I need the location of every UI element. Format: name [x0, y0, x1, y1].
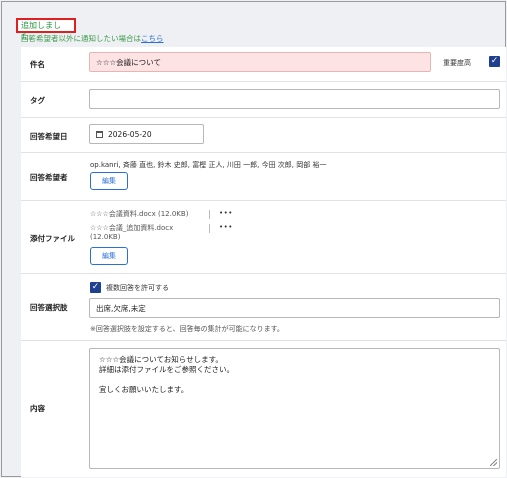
notify-prefix: 回答希望者以外に通知したい場合は	[21, 34, 141, 43]
choices-hint: ※回答選択肢を設定すると、回答毎の集計が可能になります。	[90, 325, 284, 333]
attachments-label: 添付ファイル	[30, 234, 75, 243]
attachment-2-menu-icon[interactable]: •••	[219, 223, 233, 231]
priority-checkbox[interactable]: ✓	[489, 56, 500, 67]
choices-row: 回答選択肢 ✓ 複数回答を許可する 出席,欠席,未定 ※回答選択肢を設定すると、…	[21, 274, 506, 341]
subject-label: 件名	[30, 60, 45, 69]
allow-multiple-label: 複数回答を許可する	[106, 284, 169, 292]
allow-multiple-checkbox[interactable]: ✓	[90, 282, 101, 293]
content-row: 内容 ☆☆☆会議についてお知らせします。 詳細は添付ファイルをご参照ください。 …	[21, 341, 506, 477]
attachments-row: 添付ファイル ☆☆☆会議資料.docx (12.0KB) ••• ☆☆☆会議_追…	[21, 201, 506, 274]
success-message: 追加しました。	[16, 18, 76, 41]
attachment-1-menu-icon[interactable]: •••	[219, 209, 233, 217]
notify-others-line: 回答希望者以外に通知したい場合はこちら	[21, 33, 164, 44]
due-date-value: 2026-05-20	[108, 129, 152, 139]
attachment-separator	[209, 224, 210, 233]
due-date-row: 回答希望日 2026-05-20	[21, 118, 506, 153]
content-line: 宜しくお願いいたします。	[99, 385, 189, 394]
due-date-label: 回答希望日	[30, 132, 68, 141]
notify-link[interactable]: こちら	[141, 34, 164, 43]
tag-row: タグ	[21, 82, 506, 118]
attachment-separator	[209, 210, 210, 219]
subject-row: 件名 ☆☆☆会議について 重要度高 ✓	[21, 47, 506, 82]
window-frame: 追加しました。 回答希望者以外に通知したい場合はこちら 件名 ☆☆☆会議について…	[1, 1, 506, 477]
content-line	[99, 375, 490, 385]
choices-label: 回答選択肢	[30, 303, 68, 312]
attachments-edit-button[interactable]: 編集	[90, 247, 128, 265]
resize-handle-icon[interactable]	[490, 459, 497, 466]
tag-label: タグ	[30, 96, 45, 105]
tag-input[interactable]	[89, 89, 500, 109]
attachment-file-2[interactable]: ☆☆☆会議_追加資料.docx	[90, 223, 173, 233]
message-form: 件名 ☆☆☆会議について 重要度高 ✓ タグ 回答希望日 2026-05-20 …	[21, 47, 506, 477]
content-line: ☆☆☆会議についてお知らせします。	[99, 355, 223, 364]
respondents-edit-button[interactable]: 編集	[90, 172, 128, 190]
content-line: 詳細は添付ファイルをご参照ください。	[99, 365, 234, 374]
content-textarea[interactable]: ☆☆☆会議についてお知らせします。 詳細は添付ファイルをご参照ください。 宜しく…	[89, 348, 500, 469]
choices-input[interactable]: 出席,欠席,未定	[89, 298, 500, 318]
content-label: 内容	[30, 404, 45, 413]
attachment-file-1[interactable]: ☆☆☆会議資料.docx (12.0KB)	[90, 209, 188, 219]
respondents-names: op.kanri, 斉藤 直也, 鈴木 史郎, 富樫 正人, 川田 一郎, 今田…	[90, 161, 327, 169]
respondents-row: 回答希望者 op.kanri, 斉藤 直也, 鈴木 史郎, 富樫 正人, 川田 …	[21, 153, 506, 201]
calendar-icon	[96, 131, 103, 138]
attachment-file-2-size: (12.0KB)	[90, 233, 121, 241]
due-date-input[interactable]: 2026-05-20	[89, 124, 204, 144]
priority-label: 重要度高	[443, 59, 471, 67]
respondents-label: 回答希望者	[30, 173, 68, 182]
subject-input[interactable]: ☆☆☆会議について	[89, 52, 431, 72]
